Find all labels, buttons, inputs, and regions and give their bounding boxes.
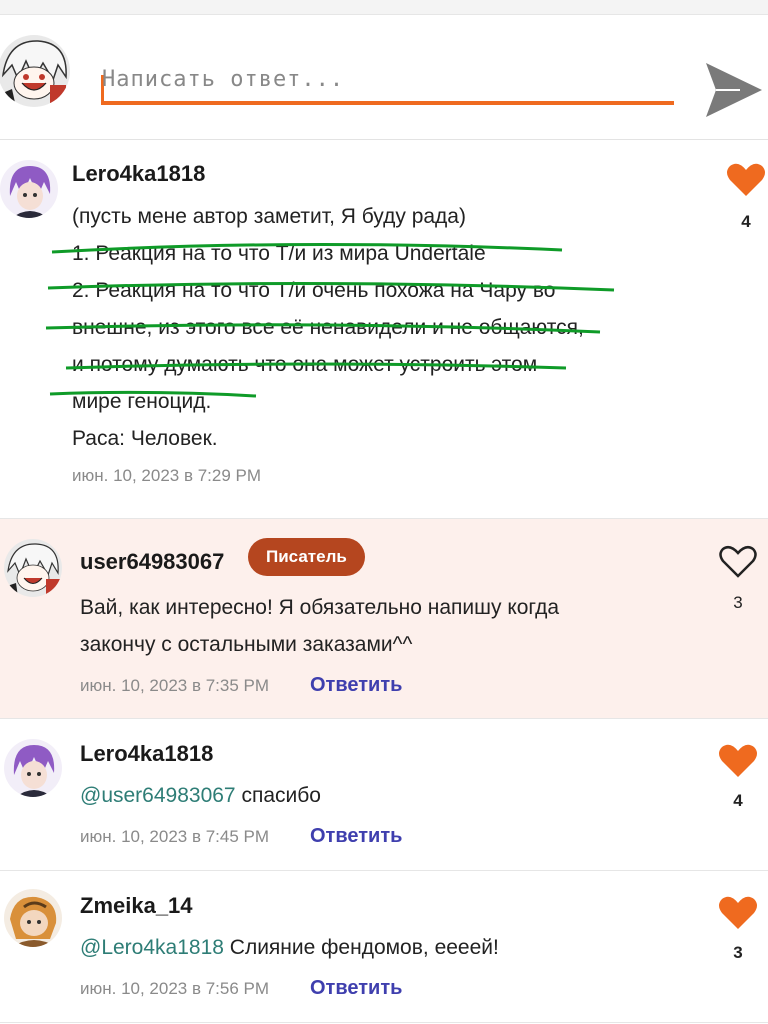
send-arrow-icon [706,63,762,117]
reply-link[interactable]: Ответить [310,977,402,1000]
comment-line: мире геноцид. [72,390,212,413]
like-count: 3 [733,943,743,962]
comment-item: Zmeika_14 @Lero4ka1818 Слияние фендомов,… [0,871,768,1023]
comment-text: Слияние фендомов, еееей! [223,936,499,959]
user-mention[interactable]: @Lero4ka1818 [80,936,224,959]
comment-line: 2. Реакция на то что Т/и очень похожа на… [72,279,556,302]
current-user-avatar [0,35,70,107]
comment-line: и потому думають что она может устроить … [72,353,538,376]
reply-link[interactable]: Ответить [310,674,402,697]
comment-line: (пусть мене автор заметит, Я буду рада) [72,205,466,228]
comment-item: Lero4ka1818 (пусть мене автор заметит, Я… [0,140,768,519]
like-button[interactable] [726,162,766,198]
comment-username[interactable]: Zmeika_14 [80,893,193,919]
reply-link[interactable]: Ответить [310,825,402,848]
comment-username[interactable]: user64983067 [80,549,224,575]
comment-line: внешне, из этого все её ненавидели и не … [72,316,584,339]
comment-line: 1. Реакция на то что Т/и из мира Underta… [72,242,486,265]
commenter-avatar [4,889,62,947]
top-strip [0,0,768,15]
like-button[interactable] [718,895,758,931]
heart-filled-icon [719,744,757,777]
reply-input[interactable] [102,57,674,105]
like-count: 4 [733,791,743,810]
commenter-avatar [0,160,58,218]
commenter-avatar [4,539,62,597]
comment-item-author: user64983067 Писатель Вай, как интересно… [0,519,768,719]
comment-timestamp: июн. 10, 2023 в 7:56 PM [80,979,270,998]
comment-timestamp: июн. 10, 2023 в 7:35 PM [80,676,270,695]
comment-username[interactable]: Lero4ka1818 [72,161,205,187]
like-count: 4 [741,212,751,231]
commenter-avatar [4,739,62,797]
like-button[interactable] [718,743,758,779]
comment-text: спасибо [235,784,321,807]
comment-line: закончу с остальными заказами^^ [80,633,413,656]
writer-badge: Писатель [248,538,365,576]
heart-filled-icon [719,896,757,929]
comment-item: Lero4ka1818 @user64983067 спасибо июн. 1… [0,719,768,871]
comment-body: @user64983067 спасибо [80,777,321,814]
like-button[interactable] [718,544,758,580]
comment-body: (пусть мене автор заметит, Я буду рада) … [72,198,584,457]
comment-body: Вай, как интересно! Я обязательно напишу… [80,589,559,663]
comment-line: Вай, как интересно! Я обязательно напишу… [80,596,560,619]
user-mention[interactable]: @user64983067 [80,784,236,807]
comment-timestamp: июн. 10, 2023 в 7:29 PM [72,466,262,485]
comment-username[interactable]: Lero4ka1818 [80,741,213,767]
heart-filled-icon [727,163,765,196]
comment-line: Раса: Человек. [72,427,218,450]
send-button[interactable] [700,59,766,121]
heart-outline-icon [719,545,757,578]
comment-timestamp: июн. 10, 2023 в 7:45 PM [80,827,270,846]
reply-composer [0,15,768,140]
comment-body: @Lero4ka1818 Слияние фендомов, еееей! [80,929,499,966]
like-count: 3 [733,593,743,612]
